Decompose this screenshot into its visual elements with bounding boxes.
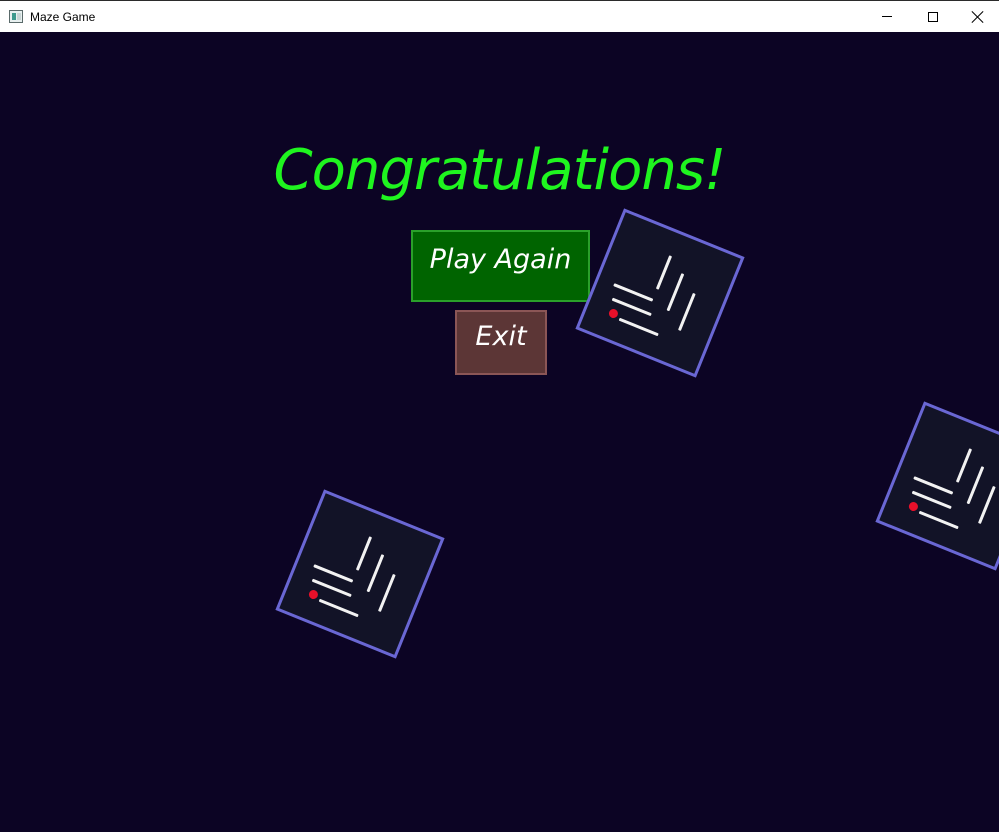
player-ball	[307, 588, 320, 601]
maze-wall	[966, 466, 985, 505]
maze-wall	[613, 283, 654, 302]
maze-wall	[677, 292, 696, 332]
maze-tile-icon	[275, 489, 445, 659]
maze-wall	[313, 564, 354, 583]
close-button[interactable]	[955, 1, 999, 32]
player-ball	[607, 307, 620, 320]
exit-button[interactable]: Exit	[455, 310, 547, 375]
maze-wall	[355, 536, 373, 571]
maze-wall	[366, 554, 385, 593]
maze-wall	[977, 485, 996, 525]
congratulations-heading: Congratulations!	[273, 138, 727, 203]
maze-wall	[666, 273, 685, 312]
maze-wall	[377, 573, 396, 613]
maze-wall	[918, 510, 959, 530]
maze-wall	[913, 476, 954, 495]
maze-wall	[318, 598, 359, 618]
close-icon	[972, 11, 984, 23]
play-again-button[interactable]: Play Again	[411, 230, 590, 302]
maze-wall	[655, 255, 673, 290]
maze-tile-icon	[875, 401, 999, 571]
window-titlebar: Maze Game	[0, 0, 999, 32]
maze-wall	[618, 317, 659, 337]
minimize-icon	[882, 16, 892, 17]
maze-wall	[955, 448, 973, 483]
window-title: Maze Game	[30, 10, 96, 24]
maximize-button[interactable]	[910, 1, 956, 32]
minimize-button[interactable]	[864, 1, 910, 32]
game-canvas: Congratulations! Play Again Exit	[0, 32, 999, 832]
maze-tile-icon	[575, 208, 745, 378]
app-icon	[9, 10, 23, 23]
player-ball	[907, 500, 920, 513]
maximize-icon	[928, 11, 938, 22]
